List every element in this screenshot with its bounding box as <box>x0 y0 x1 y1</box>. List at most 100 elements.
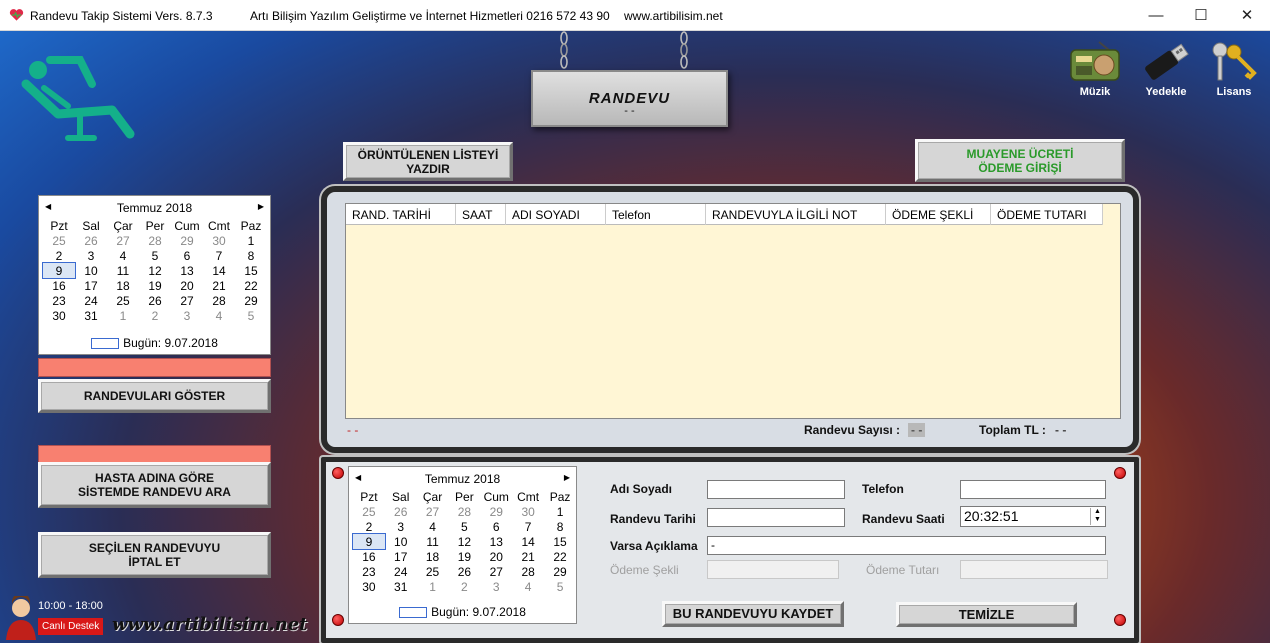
calendar-day-cell[interactable]: 9 <box>352 533 386 550</box>
calendar-day-cell[interactable]: 1 <box>417 579 449 594</box>
calendar-day-cell[interactable]: 25 <box>353 504 385 519</box>
calendar-day-cell[interactable]: Sal <box>75 218 107 233</box>
calendar-day-cell[interactable]: 25 <box>43 233 75 248</box>
time-input[interactable]: 20:32:51 ▲ ▼ <box>960 506 1106 527</box>
calendar-day-cell[interactable]: 25 <box>107 293 139 308</box>
calendar-day-cell[interactable]: 17 <box>385 549 417 564</box>
calendar-day-cell[interactable]: 29 <box>235 293 267 308</box>
calendar-day-cell[interactable]: 14 <box>203 263 235 278</box>
calendar-day-cell[interactable]: 16 <box>353 549 385 564</box>
calendar-day-cell[interactable]: 30 <box>203 233 235 248</box>
calendar-day-cell[interactable]: Paz <box>235 218 267 233</box>
calendar-day-cell[interactable]: 24 <box>385 564 417 579</box>
print-list-button[interactable]: ÖRÜNTÜLENEN LİSTEYİ YAZDIR <box>343 142 513 181</box>
calendar-week-row[interactable]: 23 24 25 26 27 28 29 <box>353 564 576 579</box>
calendar-day-cell[interactable]: 23 <box>353 564 385 579</box>
calendar-week-row[interactable]: 16 17 18 19 20 21 22 <box>43 278 267 293</box>
calendar-day-cell[interactable]: 1 <box>235 233 267 248</box>
calendar-day-cell[interactable]: 22 <box>544 549 576 564</box>
calendar-day-cell[interactable]: 15 <box>235 263 267 278</box>
calendar-day-cell[interactable]: 18 <box>107 278 139 293</box>
calendar-day-cell[interactable]: 20 <box>171 278 203 293</box>
clear-button[interactable]: TEMİZLE <box>896 602 1077 627</box>
calendar-day-cell[interactable]: 27 <box>171 293 203 308</box>
calendar-day-cell[interactable]: Cmt <box>203 218 235 233</box>
time-spinner-icon[interactable]: ▲ ▼ <box>1090 508 1104 525</box>
live-support-widget[interactable]: 10:00 - 18:00 Canlı Destek <box>4 596 104 640</box>
col-note[interactable]: RANDEVUYLA İLGİLİ NOT <box>706 204 886 225</box>
calendar-day-cell[interactable]: 10 <box>385 534 417 549</box>
maximize-button[interactable]: ☐ <box>1178 0 1224 30</box>
col-payment-type[interactable]: ÖDEME ŞEKLİ <box>886 204 991 225</box>
calendar-day-cell[interactable]: 12 <box>139 263 171 278</box>
phone-input[interactable] <box>960 480 1106 499</box>
calendar-day-cell[interactable]: 26 <box>385 504 417 519</box>
calendar-day-cell[interactable]: 30 <box>43 308 75 323</box>
calendar-day-cell[interactable]: 13 <box>480 534 512 549</box>
form-calendar[interactable]: ◀ Temmuz 2018 ▶ Pzt Sal Çar Per Cum Cmt Paz 25… <box>348 466 577 624</box>
calendar-day-cell[interactable]: 14 <box>512 534 544 549</box>
calendar-day-cell[interactable]: Pzt <box>43 218 75 233</box>
calendar-day-cell[interactable]: 28 <box>203 293 235 308</box>
calendar-day-cell[interactable]: 18 <box>417 549 449 564</box>
calendar-week-row[interactable]: 30 31 1 2 3 4 5 <box>43 308 267 323</box>
col-name[interactable]: ADI SOYADI <box>506 204 606 225</box>
left-calendar[interactable]: ◀ Temmuz 2018 ▶ Pzt Sal Çar Per Cum Cmt Paz 25… <box>38 195 271 355</box>
calendar-day-cell[interactable]: 7 <box>512 519 544 534</box>
calendar-day-cell[interactable]: 7 <box>203 248 235 263</box>
calendar-day-cell[interactable]: 4 <box>107 248 139 263</box>
calendar-day-cell[interactable]: 3 <box>75 248 107 263</box>
calendar-day-cell[interactable]: 5 <box>544 579 576 594</box>
calendar-week-row[interactable]: 25 26 27 28 29 30 1 <box>43 233 267 248</box>
calendar-day-cell[interactable]: 6 <box>171 248 203 263</box>
calendar-day-cell[interactable]: 31 <box>75 308 107 323</box>
calendar-day-cell[interactable]: Çar <box>417 489 449 504</box>
calendar-day-cell[interactable]: 29 <box>171 233 203 248</box>
appointments-table[interactable]: RAND. TARİHİ SAAT ADI SOYADI Telefon RAN… <box>345 203 1121 419</box>
calendar-today[interactable]: Bugün: 9.07.2018 <box>349 605 576 619</box>
calendar-day-cell[interactable]: 2 <box>139 308 171 323</box>
calendar-day-cell[interactable]: 1 <box>107 308 139 323</box>
calendar-day-cell[interactable]: 19 <box>448 549 480 564</box>
calendar-day-cell[interactable]: 27 <box>480 564 512 579</box>
calendar-day-cell[interactable]: 11 <box>107 263 139 278</box>
calendar-day-cell[interactable]: 30 <box>353 579 385 594</box>
calendar-week-row[interactable]: 2345678 <box>43 248 267 263</box>
calendar-day-cell[interactable]: 8 <box>235 248 267 263</box>
next-month-arrow-icon[interactable]: ▶ <box>258 202 264 211</box>
show-appointments-button[interactable]: RANDEVULARI GÖSTER <box>38 379 271 413</box>
calendar-week-row[interactable]: 23 24 25 26 27 28 29 <box>43 293 267 308</box>
calendar-day-cell[interactable]: 2 <box>43 248 75 263</box>
calendar-day-cell[interactable]: 4 <box>203 308 235 323</box>
calendar-week-row[interactable]: 9 10 11 12 13 14 15 <box>42 262 267 279</box>
calendar-week-row[interactable]: 9 10 11 12 13 14 15 <box>352 533 576 550</box>
calendar-day-cell[interactable]: 26 <box>448 564 480 579</box>
calendar-day-cell[interactable]: 15 <box>544 534 576 549</box>
col-date[interactable]: RAND. TARİHİ <box>346 204 456 225</box>
calendar-day-cell[interactable]: 10 <box>75 263 107 278</box>
calendar-grid[interactable]: Pzt Sal Çar Per Cum Cmt Paz 25 26 27 28 29 30 1 2345… <box>352 489 576 594</box>
calendar-day-cell[interactable]: Cmt <box>512 489 544 504</box>
calendar-day-cell[interactable]: 31 <box>385 579 417 594</box>
calendar-day-cell[interactable]: 25 <box>417 564 449 579</box>
calendar-day-cell[interactable]: 11 <box>417 534 449 549</box>
col-phone[interactable]: Telefon <box>606 204 706 225</box>
date-input[interactable] <box>707 508 845 527</box>
calendar-day-cell[interactable]: 6 <box>480 519 512 534</box>
calendar-day-cell[interactable]: 28 <box>448 504 480 519</box>
calendar-day-cell[interactable]: 1 <box>544 504 576 519</box>
calendar-day-cell[interactable]: 27 <box>107 233 139 248</box>
calendar-day-cell[interactable]: 20 <box>480 549 512 564</box>
calendar-day-cell[interactable]: Pzt <box>353 489 385 504</box>
calendar-week-row[interactable]: 2345678 <box>353 519 576 534</box>
fee-entry-button[interactable]: MUAYENE ÜCRETİ ÖDEME GİRİŞİ <box>915 139 1125 182</box>
name-input[interactable] <box>707 480 845 499</box>
calendar-day-cell[interactable]: 28 <box>139 233 171 248</box>
calendar-day-cell[interactable]: 13 <box>171 263 203 278</box>
calendar-day-cell[interactable]: 12 <box>448 534 480 549</box>
calendar-day-cell[interactable]: 16 <box>43 278 75 293</box>
calendar-week-row[interactable]: 16 17 18 19 20 21 22 <box>353 549 576 564</box>
save-appointment-button[interactable]: BU RANDEVUYU KAYDET <box>662 601 844 627</box>
calendar-day-cell[interactable]: 5 <box>235 308 267 323</box>
calendar-day-cell[interactable]: Cum <box>480 489 512 504</box>
